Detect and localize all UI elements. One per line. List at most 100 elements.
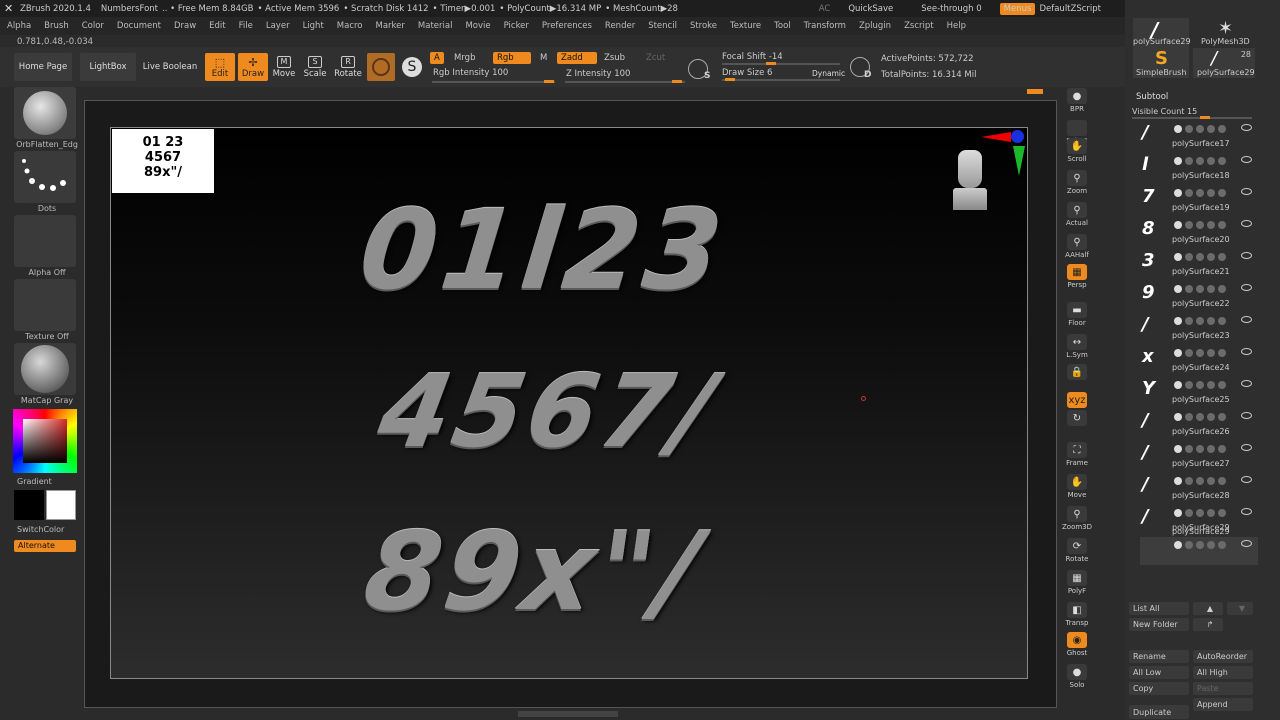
subtool-toggle-icon[interactable] <box>1207 285 1215 293</box>
subtool-item[interactable]: / polySurface17 <box>1140 121 1258 153</box>
color-square[interactable] <box>23 419 67 463</box>
subtool-toggle-icon[interactable] <box>1196 477 1204 485</box>
eye-icon[interactable] <box>1241 124 1252 131</box>
menu-stencil[interactable]: Stencil <box>641 21 683 31</box>
subtool-toggle-icon[interactable] <box>1174 285 1182 293</box>
menu-tool[interactable]: Tool <box>767 21 797 31</box>
subtool-toggle-icon[interactable] <box>1185 445 1193 453</box>
subtool-toggle-icon[interactable] <box>1218 317 1226 325</box>
subtool-toggle-icon[interactable] <box>1185 317 1193 325</box>
focal-shift-slider[interactable]: Focal Shift -14 <box>718 51 787 63</box>
subtool-toggle-icon[interactable] <box>1196 221 1204 229</box>
color-picker[interactable] <box>13 409 77 473</box>
tool-ghost[interactable]: ◉ Ghost <box>1062 632 1092 660</box>
menu-draw[interactable]: Draw <box>167 21 202 31</box>
subtool-item[interactable]: l polySurface18 <box>1140 153 1258 185</box>
move-up-button[interactable]: ▲ <box>1193 602 1223 615</box>
subtool-toggle-icon[interactable] <box>1185 285 1193 293</box>
default-zscript-button[interactable]: DefaultZScript <box>1039 4 1101 14</box>
subtool-item[interactable]: 3 polySurface21 <box>1140 249 1258 281</box>
subtool-toggle-icon[interactable] <box>1196 381 1204 389</box>
rgb-toggle[interactable]: Rgb <box>493 52 531 64</box>
zsub-toggle[interactable]: Zsub <box>600 52 629 64</box>
subtool-toggle-icon[interactable] <box>1185 125 1193 133</box>
lightbox-button[interactable]: LightBox <box>80 53 136 81</box>
rgb-intensity-knob[interactable] <box>544 80 554 83</box>
eye-icon[interactable] <box>1241 444 1252 451</box>
material-thumbnail[interactable] <box>14 343 76 395</box>
subtool-item[interactable]: / polySurface27 <box>1140 441 1258 473</box>
visible-count-knob[interactable] <box>1200 116 1210 119</box>
stroke-thumbnail[interactable] <box>14 151 76 203</box>
subtool-toggle-icon[interactable] <box>1207 509 1215 517</box>
alpha-thumbnail[interactable] <box>14 215 76 267</box>
eye-icon[interactable] <box>1241 156 1252 163</box>
menu-transform[interactable]: Transform <box>797 21 852 31</box>
subtool-item[interactable]: YpolySurface25 <box>1140 377 1258 409</box>
subtool-item[interactable]: x polySurface24 <box>1140 345 1258 377</box>
subtool-toggle-icon[interactable] <box>1174 349 1182 357</box>
move-button[interactable]: M Move <box>270 53 298 81</box>
subtool-item[interactable]: / polySurface23 <box>1140 313 1258 345</box>
menus-button[interactable]: Menus <box>999 2 1036 15</box>
canvas-viewport[interactable]: 01l23 4567/ 89x"/ <box>110 127 1028 679</box>
subtool-toggle-icon[interactable] <box>1185 221 1193 229</box>
visible-count-track[interactable] <box>1132 117 1252 119</box>
duplicate-button[interactable]: Duplicate <box>1129 705 1189 719</box>
edit-button[interactable]: ⬚ Edit <box>205 53 235 81</box>
subtool-toggle-icon[interactable] <box>1218 157 1226 165</box>
subtool-title[interactable]: Subtool <box>1136 92 1168 102</box>
tool-polyf[interactable]: ▦ PolyF <box>1062 570 1092 598</box>
subtool-toggle-icon[interactable] <box>1174 189 1182 197</box>
tool-aahalf[interactable]: ⚲ AAHalf <box>1062 234 1092 262</box>
subtool-toggle-icon[interactable] <box>1207 189 1215 197</box>
subtool-toggle-icon[interactable] <box>1207 125 1215 133</box>
subtool-toggle-icon[interactable] <box>1196 509 1204 517</box>
tool-solo[interactable]: ● Solo <box>1062 664 1092 692</box>
z-intensity-slider[interactable]: Z Intensity 100 <box>562 68 634 80</box>
move-down-button[interactable]: ▼ <box>1227 602 1253 615</box>
menu-zscript[interactable]: Zscript <box>897 21 940 31</box>
subtool-toggle-icon[interactable] <box>1185 253 1193 261</box>
eye-icon[interactable] <box>1241 476 1252 483</box>
head-gizmo-icon[interactable] <box>953 150 987 226</box>
sculptris-pro-button[interactable] <box>367 53 395 81</box>
subtool-toggle-icon[interactable] <box>1196 445 1204 453</box>
tool-persp[interactable]: ▦ Persp <box>1062 264 1092 292</box>
subtool-item[interactable]: / polySurface28 <box>1140 473 1258 505</box>
tool-move[interactable]: ✋ Move <box>1062 474 1092 502</box>
brush-thumbnail[interactable] <box>14 87 76 139</box>
eye-icon[interactable] <box>1241 540 1252 547</box>
menu-render[interactable]: Render <box>598 21 641 31</box>
focal-shift-knob[interactable] <box>766 62 776 65</box>
menu-macro[interactable]: Macro <box>330 21 369 31</box>
see-through-slider[interactable]: See-through 0 <box>921 4 981 14</box>
draw-size-knob[interactable] <box>725 78 735 81</box>
subtool-toggle-icon[interactable] <box>1218 445 1226 453</box>
menu-picker[interactable]: Picker <box>497 21 535 31</box>
draw-button[interactable]: ✢ Draw <box>238 53 268 81</box>
tool-l-sym[interactable]: ↔ L.Sym <box>1062 334 1092 362</box>
menu-help[interactable]: Help <box>940 21 972 31</box>
tool-zoom[interactable]: ⚲ Zoom <box>1062 170 1092 198</box>
subtool-toggle-icon[interactable] <box>1218 285 1226 293</box>
menu-brush[interactable]: Brush <box>37 21 75 31</box>
zadd-toggle[interactable]: Zadd <box>557 52 597 64</box>
subtool-toggle-icon[interactable] <box>1207 477 1215 485</box>
eye-icon[interactable] <box>1241 220 1252 227</box>
dynamic-toggle[interactable]: Dynamic <box>808 67 849 79</box>
menu-layer[interactable]: Layer <box>259 21 296 31</box>
a-toggle[interactable]: A <box>430 52 444 64</box>
focal-shift-track[interactable] <box>722 63 840 65</box>
menu-material[interactable]: Material <box>411 21 459 31</box>
menu-marker[interactable]: Marker <box>369 21 411 31</box>
subtool-toggle-icon[interactable] <box>1185 509 1193 517</box>
copy-button[interactable]: Copy <box>1129 682 1189 695</box>
subtool-toggle-icon[interactable] <box>1218 541 1226 549</box>
subtool-toggle-icon[interactable] <box>1185 349 1193 357</box>
subtool-toggle-icon[interactable] <box>1174 317 1182 325</box>
subtool-toggle-icon[interactable] <box>1196 125 1204 133</box>
subtool-toggle-icon[interactable] <box>1185 477 1193 485</box>
subtool-toggle-icon[interactable] <box>1207 253 1215 261</box>
subtool-toggle-icon[interactable] <box>1196 541 1204 549</box>
